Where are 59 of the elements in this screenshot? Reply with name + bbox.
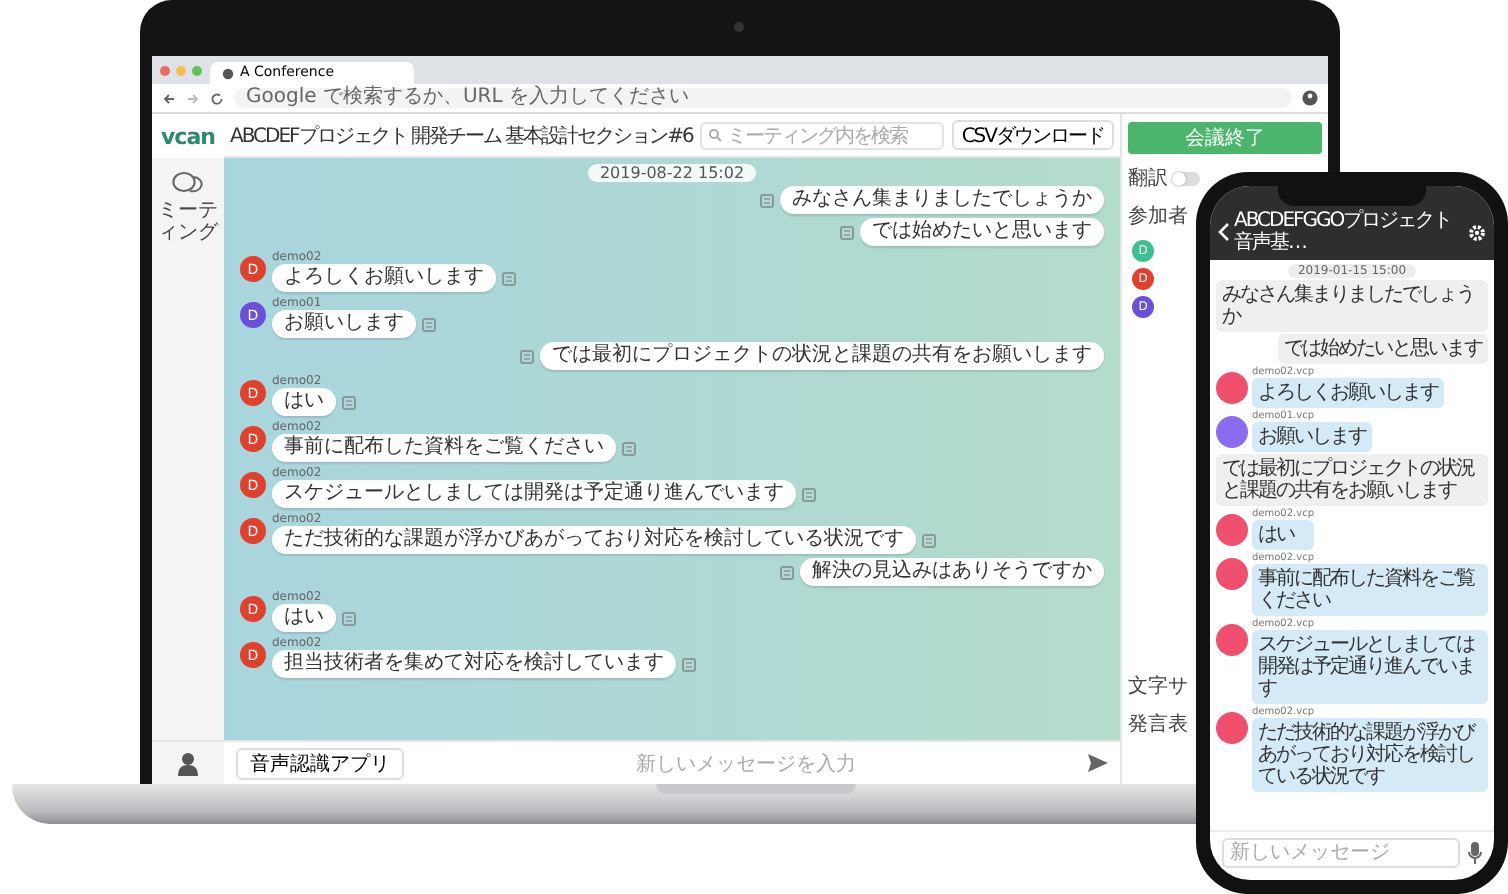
address-field[interactable]: Google で検索するか、URL を入力してください (234, 88, 1292, 108)
message-bubble: では始めたいと思います (860, 218, 1104, 246)
note-icon[interactable] (760, 193, 774, 207)
message-bubble: よろしくお願いします (1252, 378, 1444, 408)
translate-label: 翻訳 (1128, 165, 1168, 192)
timestamp: 2019-08-22 15:02 (587, 164, 757, 182)
forward-icon[interactable] (186, 91, 200, 105)
logo: vcan (159, 121, 217, 153)
message-bubble: よろしくお願いします (272, 264, 496, 292)
message-bubble: はい (1252, 520, 1315, 550)
sidebar-label[interactable]: ミーティング (158, 200, 218, 244)
reload-icon[interactable] (210, 91, 224, 105)
message-bubble: では最初にプロジェクトの状況と課題の共有をお願いします (1216, 454, 1488, 506)
option-label: 発言表 (1128, 711, 1188, 738)
camera-icon (734, 22, 744, 32)
profile-icon[interactable] (1302, 90, 1318, 106)
gear-icon[interactable] (1468, 223, 1486, 241)
voice-app-button[interactable]: 音声認識アプリ (236, 747, 404, 779)
message-bubble: はい (272, 388, 336, 416)
option-label: 文字サ (1128, 673, 1188, 700)
message-bubble: 解決の見込みはありそうですか (800, 558, 1104, 586)
note-icon[interactable] (342, 611, 356, 625)
note-icon[interactable] (682, 657, 696, 671)
message-bubble: では最初にプロジェクトの状況と課題の共有をお願いします (540, 342, 1104, 370)
participants-label: 参加者 (1128, 203, 1188, 230)
message-bubble: 事前に配布した資料をご覧ください (272, 434, 616, 462)
message-bubble: みなさん集まりましたでしょうか (1216, 280, 1488, 332)
window-controls[interactable] (160, 65, 202, 75)
message-bubble: お願いします (1252, 422, 1372, 452)
note-icon[interactable] (422, 317, 436, 331)
note-icon[interactable] (802, 487, 816, 501)
note-icon[interactable] (840, 225, 854, 239)
message-bubble: スケジュールとしましては開発は予定通り進んでいます (1252, 630, 1488, 704)
csv-download-button[interactable]: CSVダウンロード (951, 120, 1114, 150)
message-bubble: では始めたいと思います (1278, 334, 1488, 364)
search-icon (708, 128, 723, 142)
globe-icon (222, 67, 234, 79)
note-icon[interactable] (622, 441, 636, 455)
message-bubble: はい (272, 604, 336, 632)
message-bubble: 担当技術者を集めて対応を検討しています (272, 650, 676, 678)
breadcrumb: ABCDEFプロジェクト 開発チーム 基本設計セクション#6 (230, 123, 693, 149)
note-icon[interactable] (780, 565, 794, 579)
message-bubble: 事前に配布した資料をご覧ください (1252, 564, 1488, 616)
message-bubble: スケジュールとしましては開発は予定通り進んでいます (272, 480, 796, 508)
message-bubble: ただ技術的な課題が浮かびあがっており対応を検討している状況です (272, 526, 916, 554)
message-bubble: お願いします (272, 310, 416, 338)
message-bubble: みなさん集まりましたでしょうか (780, 186, 1104, 214)
chat-bubbles-icon[interactable] (172, 170, 204, 198)
user-icon[interactable] (178, 751, 198, 775)
message-bubble: ただ技術的な課題が浮かびあがっており対応を検討している状況です (1252, 718, 1488, 792)
note-icon[interactable] (520, 349, 534, 363)
phone-subtitle: 音声基… (1234, 232, 1306, 254)
note-icon[interactable] (922, 533, 936, 547)
note-icon[interactable] (342, 395, 356, 409)
microphone-icon[interactable] (1468, 841, 1482, 863)
translate-toggle[interactable] (1172, 171, 1200, 185)
send-icon[interactable] (1088, 754, 1108, 772)
phone-title: ABCDEFGGOプロジェクト (1234, 210, 1452, 232)
note-icon[interactable] (502, 271, 516, 285)
